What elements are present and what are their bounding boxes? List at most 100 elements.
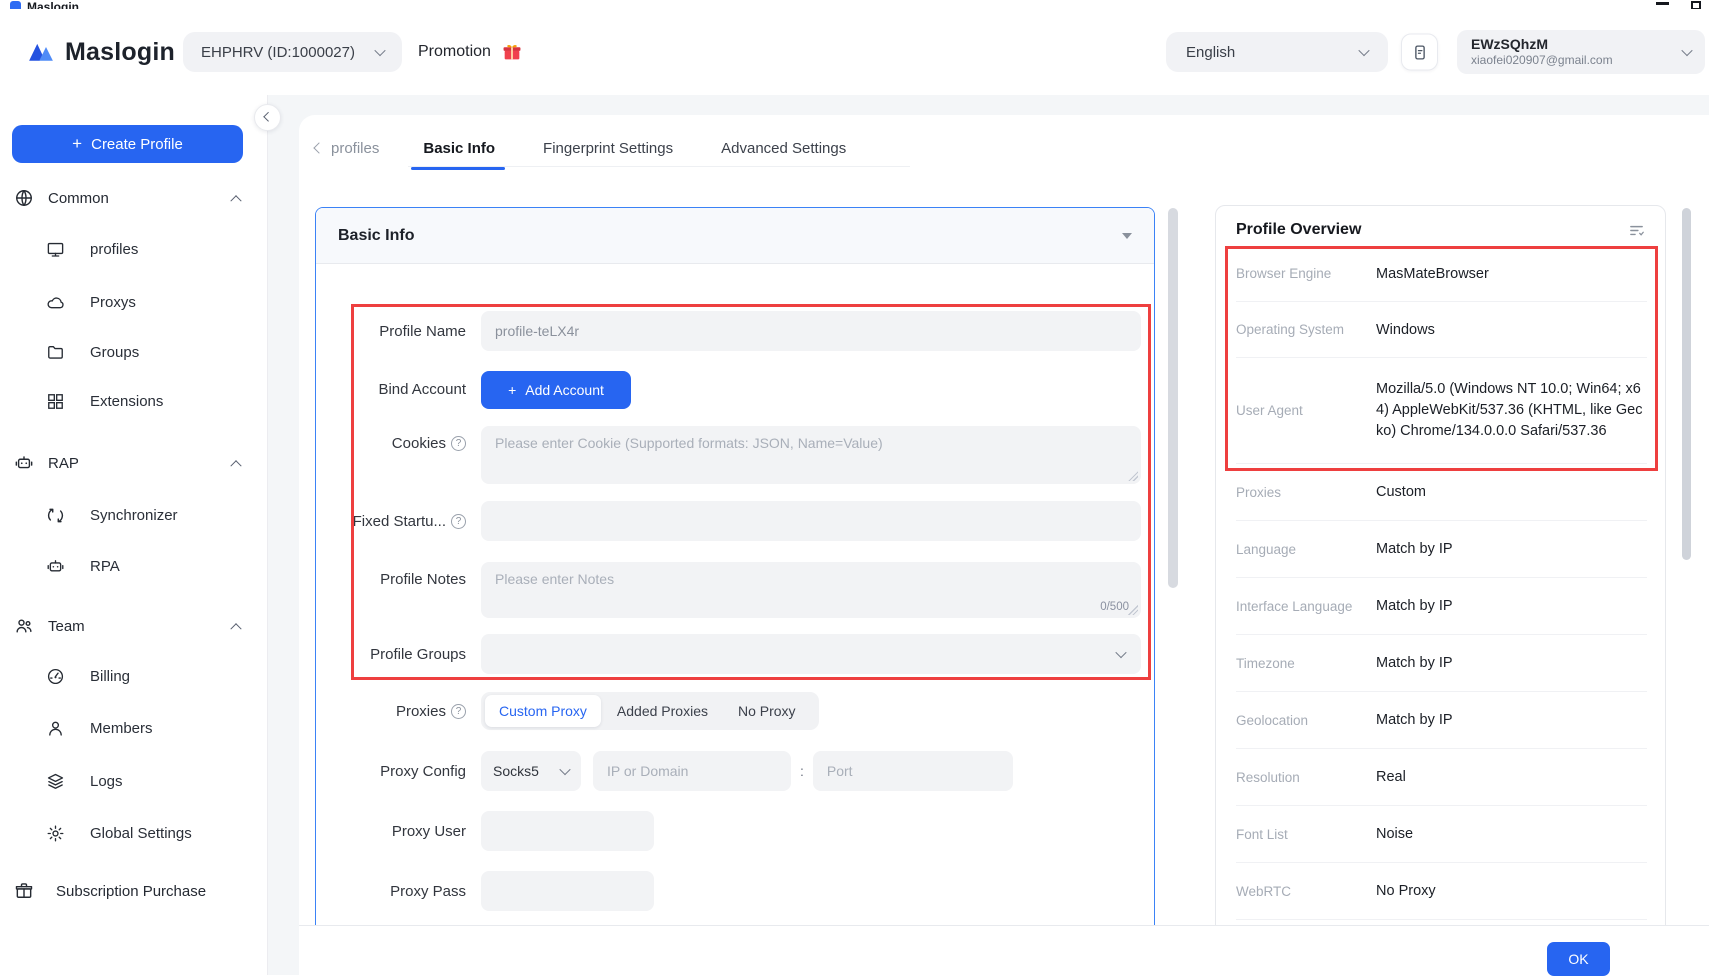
docs-button[interactable] <box>1401 34 1438 71</box>
sidebar-item-groups[interactable]: Groups <box>0 337 268 367</box>
breadcrumb-back[interactable]: profiles <box>315 140 379 157</box>
sidebar-section-label: Common <box>48 190 109 207</box>
globe-icon <box>14 188 34 208</box>
proxies-segmented-control: Custom Proxy Added Proxies No Proxy <box>481 692 819 730</box>
profile-notes-textarea[interactable] <box>481 562 1141 618</box>
sidebar-item-profiles[interactable]: profiles <box>0 234 268 264</box>
team-icon <box>14 616 34 636</box>
workspace-dropdown[interactable]: EHPHRV (ID:1000027) <box>183 32 402 72</box>
overview-row-user-agent: User Agent Mozilla/5.0 (Windows NT 10.0;… <box>1236 358 1647 464</box>
create-profile-button[interactable]: + Create Profile <box>12 125 243 163</box>
sidebar-item-label: profiles <box>90 241 138 258</box>
create-profile-label: Create Profile <box>91 136 183 153</box>
account-dropdown[interactable]: EWzSQhzM xiaofei020907@gmail.com <box>1457 30 1705 74</box>
account-email: xiaofei020907@gmail.com <box>1471 53 1683 68</box>
maximize-icon[interactable] <box>1691 1 1701 9</box>
sidebar-item-label: Global Settings <box>90 825 192 842</box>
cloud-icon <box>46 293 65 312</box>
sidebar-item-logs[interactable]: Logs <box>0 766 268 796</box>
sidebar-section-team[interactable]: Team <box>0 611 268 641</box>
overview-label: Font List <box>1236 827 1376 842</box>
form-row-profile-groups: Profile Groups <box>316 634 1155 674</box>
tab-advanced-settings[interactable]: Advanced Settings <box>721 140 846 157</box>
gift-basket-icon <box>14 881 34 901</box>
sidebar-item-members[interactable]: Members <box>0 713 268 743</box>
proxy-tab-no-proxy[interactable]: No Proxy <box>724 695 810 727</box>
sidebar-section-rap[interactable]: RAP <box>0 448 268 478</box>
resize-handle[interactable] <box>1128 471 1138 481</box>
account-name: EWzSQhzM <box>1471 36 1683 54</box>
proxy-pass-input[interactable] <box>481 871 654 911</box>
field-label: Profile Groups <box>316 646 466 663</box>
sidebar-item-proxys[interactable]: Proxys <box>0 287 268 317</box>
proxies-label: Proxies <box>396 703 446 720</box>
sidebar-item-global-settings[interactable]: Global Settings <box>0 818 268 848</box>
folder-icon <box>46 343 65 362</box>
highlight-rectangle-form <box>351 304 1151 680</box>
fixed-startup-input[interactable] <box>481 501 1141 541</box>
proxy-protocol-value: Socks5 <box>493 763 553 779</box>
sidebar-item-extensions[interactable]: Extensions <box>0 386 268 416</box>
language-dropdown[interactable]: English <box>1166 32 1388 72</box>
sidebar-item-label: Billing <box>90 668 130 685</box>
tab-fingerprint-settings[interactable]: Fingerprint Settings <box>543 140 673 157</box>
proxy-tab-added-proxies[interactable]: Added Proxies <box>603 695 722 727</box>
overview-label: WebRTC <box>1236 884 1376 899</box>
sidebar-item-synchronizer[interactable]: Synchronizer <box>0 500 268 530</box>
proxy-protocol-select[interactable]: Socks5 <box>481 751 581 791</box>
add-account-button[interactable]: + Add Account <box>481 371 631 409</box>
promotion-label: Promotion <box>418 43 491 61</box>
app-header: Maslogin EHPHRV (ID:1000027) Promotion E… <box>0 9 1709 95</box>
person-icon <box>46 719 65 738</box>
sidebar-item-rpa[interactable]: RPA <box>0 551 268 581</box>
robot-icon <box>46 557 65 576</box>
tabbar: profiles Basic Info Fingerprint Settings… <box>315 128 894 168</box>
chevron-down-icon <box>374 45 385 56</box>
collapse-caret-icon[interactable] <box>1122 233 1132 239</box>
help-icon[interactable]: ? <box>451 704 466 719</box>
overview-value: Real <box>1376 769 1406 785</box>
layers-icon <box>46 772 65 791</box>
help-icon[interactable]: ? <box>451 436 466 451</box>
ok-button[interactable]: OK <box>1547 942 1610 976</box>
field-label: Cookies ? <box>316 435 466 452</box>
resize-handle[interactable] <box>1128 605 1138 615</box>
sidebar-section-common[interactable]: Common <box>0 183 268 213</box>
overview-label: Proxies <box>1236 485 1376 500</box>
proxy-port-input[interactable] <box>813 751 1013 791</box>
profile-groups-select[interactable] <box>481 634 1141 674</box>
sidebar-item-label: Groups <box>90 344 139 361</box>
proxy-tab-custom-proxy[interactable]: Custom Proxy <box>485 695 601 727</box>
robot-icon <box>14 453 34 473</box>
page-scrollbar[interactable] <box>1682 208 1691 560</box>
overview-value: Match by IP <box>1376 541 1453 557</box>
sidebar-collapse-button[interactable] <box>254 104 281 131</box>
ip-port-separator: : <box>800 763 804 779</box>
form-row-proxy-pass: Proxy Pass <box>316 871 1155 911</box>
breadcrumb-label: profiles <box>331 140 379 157</box>
sidebar-item-billing[interactable]: Billing <box>0 661 268 691</box>
basic-info-card-header[interactable]: Basic Info <box>316 208 1154 264</box>
field-label: Bind Account <box>316 381 466 398</box>
proxy-user-input[interactable] <box>481 811 654 851</box>
overview-row-geolocation: Geolocation Match by IP <box>1236 692 1647 749</box>
proxy-ip-input[interactable] <box>593 751 791 791</box>
form-row-profile-notes: Profile Notes 0/500 <box>316 562 1155 618</box>
add-account-label: Add Account <box>525 382 604 398</box>
help-icon[interactable]: ? <box>451 514 466 529</box>
overview-value: Mozilla/5.0 (Windows NT 10.0; Win64; x64… <box>1376 379 1647 442</box>
cookies-textarea[interactable] <box>481 426 1141 484</box>
promotion-link[interactable]: Promotion <box>418 41 523 63</box>
grid-icon <box>46 392 65 411</box>
minimize-icon[interactable] <box>1656 2 1669 5</box>
language-label: English <box>1186 44 1360 61</box>
tab-basic-info[interactable]: Basic Info <box>423 140 495 157</box>
overview-settings-icon[interactable] <box>1628 214 1645 239</box>
form-scrollbar[interactable] <box>1168 208 1178 588</box>
profile-name-input[interactable] <box>481 311 1141 351</box>
sidebar-item-subscription-purchase[interactable]: Subscription Purchase <box>0 876 268 906</box>
sidebar-item-label: RPA <box>90 558 120 575</box>
sidebar-section-label: Team <box>48 618 85 635</box>
overview-row-operating-system: Operating System Windows <box>1236 302 1647 358</box>
chevron-up-icon <box>230 195 241 206</box>
